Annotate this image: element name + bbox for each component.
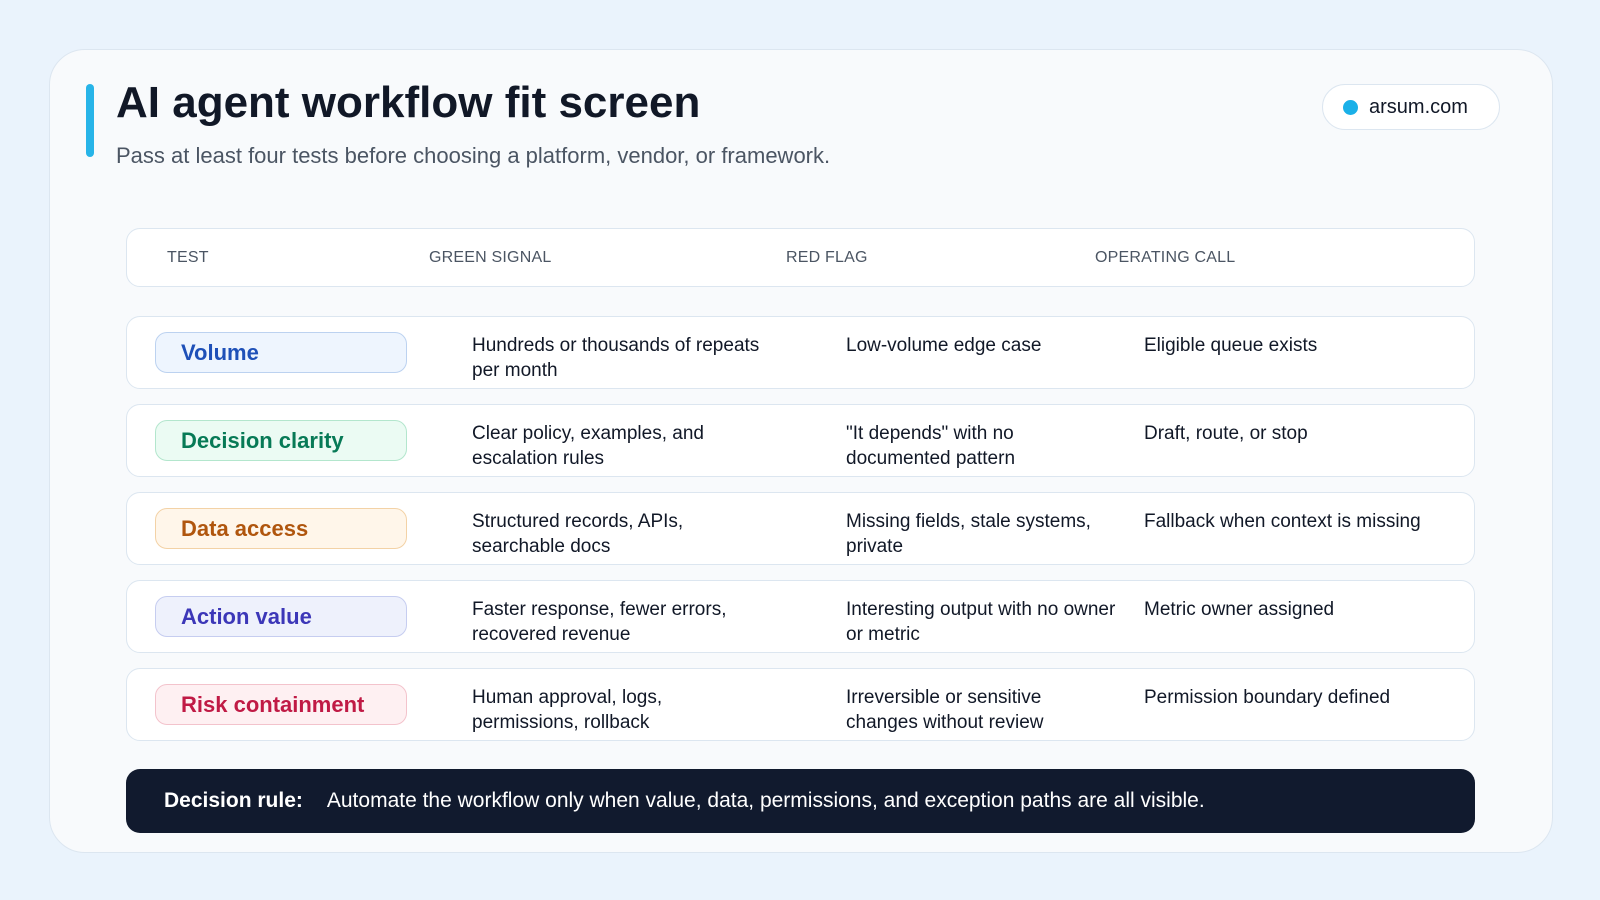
red-flag-cell: "It depends" with no documented pattern	[846, 423, 1016, 469]
decision-rule-text: Automate the workflow only when value, d…	[326, 789, 1205, 812]
green-signal-cell: Clear policy, examples, and escalation r…	[472, 423, 704, 469]
operating-call-cell: Permission boundary defined	[1144, 687, 1391, 708]
operating-call-cell: Fallback when context is missing	[1144, 511, 1421, 532]
table-row-data-access: Data access Structured records, APIs, se…	[126, 492, 1475, 565]
operating-call-cell: Draft, route, or stop	[1144, 423, 1308, 444]
green-signal-cell: Human approval, logs, permissions, rollb…	[472, 687, 663, 733]
green-signal-cell: Faster response, fewer errors, recovered…	[472, 599, 727, 645]
table-row-volume: Volume Hundreds or thousands of repeats …	[126, 316, 1475, 389]
table-header: TEST GREEN SIGNAL RED FLAG OPERATING CAL…	[126, 228, 1475, 287]
operating-call-cell: Metric owner assigned	[1144, 599, 1335, 620]
decision-rule-label: Decision rule:	[164, 789, 303, 812]
table-row-risk-containment: Risk containment Human approval, logs, p…	[126, 668, 1475, 741]
test-pill: Risk containment	[155, 684, 407, 725]
red-flag-cell: Low-volume edge case	[846, 335, 1042, 356]
test-pill: Action value	[155, 596, 407, 637]
test-pill: Volume	[155, 332, 407, 373]
column-header-red-flag: RED FLAG	[786, 249, 868, 266]
operating-call-cell: Eligible queue exists	[1144, 335, 1318, 356]
test-pill: Data access	[155, 508, 407, 549]
green-signal-cell: Structured records, APIs, searchable doc…	[472, 511, 684, 557]
brand-badge[interactable]: arsum.com	[1322, 84, 1500, 130]
table-row-action-value: Action value Faster response, fewer erro…	[126, 580, 1475, 653]
brand-dot-icon	[1343, 99, 1358, 115]
red-flag-cell: Irreversible or sensitive changes withou…	[846, 687, 1044, 733]
red-flag-cell: Interesting output with no owner or metr…	[846, 599, 1116, 645]
title-accent-bar	[86, 84, 94, 157]
column-header-operating-call: OPERATING CALL	[1095, 249, 1236, 266]
column-header-test: TEST	[167, 249, 209, 266]
decision-rule-bar: Decision rule: Automate the workflow onl…	[126, 769, 1475, 833]
page-subtitle: Pass at least four tests before choosing…	[116, 143, 831, 168]
green-signal-cell: Hundreds or thousands of repeats per mon…	[472, 335, 760, 381]
page-title: AI agent workflow fit screen	[116, 78, 701, 127]
column-header-green-signal: GREEN SIGNAL	[429, 249, 552, 266]
red-flag-cell: Missing fields, stale systems, private	[846, 511, 1091, 557]
brand-label: arsum.com	[1369, 95, 1468, 118]
test-pill: Decision clarity	[155, 420, 407, 461]
table-row-decision-clarity: Decision clarity Clear policy, examples,…	[126, 404, 1475, 477]
